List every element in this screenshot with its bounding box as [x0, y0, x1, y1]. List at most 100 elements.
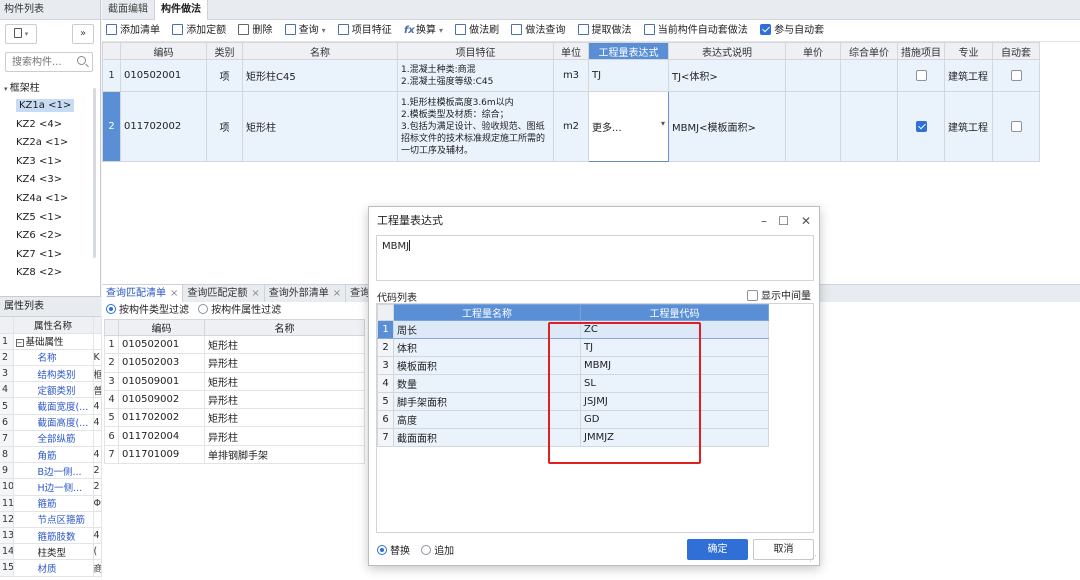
query-col-code[interactable]: 编码 [118, 319, 205, 336]
attribute-row[interactable]: 7 全部纵筋 [0, 430, 102, 448]
join-auto-checkbox[interactable]: 参与自动套 [759, 20, 824, 42]
attribute-row[interactable]: 10 H边一侧... 2 [0, 478, 102, 496]
tab-component-method[interactable]: 构件做法 [154, 0, 208, 20]
auto-checkbox[interactable] [1010, 69, 1022, 81]
radio-icon[interactable] [421, 545, 432, 555]
collapse-panel-button[interactable]: » [72, 24, 94, 44]
attribute-row[interactable]: 6 截面高度(... 4 [0, 414, 102, 431]
tree-item[interactable]: KZ8 <2> [0, 264, 100, 283]
table-row[interactable]: 1 010502001 项 矩形柱C45 1.混凝土种类:商混 2.混凝土强度等… [102, 59, 1040, 92]
tree-root-frame-column[interactable]: ▾ 框架柱 [0, 80, 100, 97]
maximize-icon[interactable]: ☐ [778, 207, 789, 235]
attribute-row[interactable]: 13 箍筋肢数 4 [0, 527, 102, 545]
col-code[interactable]: 编码 [120, 42, 207, 60]
radio-selected-icon[interactable] [106, 304, 116, 314]
attribute-row[interactable]: 15材质商 [0, 559, 102, 577]
col-expr-desc[interactable]: 表达式说明 [668, 42, 786, 60]
attribute-row[interactable]: 5 截面宽度(... 4 [0, 397, 102, 415]
item-feature-button[interactable]: 项目特征 [337, 20, 392, 42]
tree-item[interactable]: KZ6 <2> [0, 227, 100, 246]
close-icon[interactable]: × [333, 288, 341, 299]
feature-cell[interactable]: 1.混凝土种类:商混 2.混凝土强度等级:C45 [397, 59, 554, 92]
table-row[interactable]: 6 011702004 异形柱 [104, 426, 365, 446]
tab-query-match-quota[interactable]: 查询匹配定额 × [183, 285, 265, 302]
attribute-row[interactable]: 11 箍筋 Φ [0, 495, 102, 512]
attribute-row[interactable]: 14 柱类型( [0, 543, 102, 561]
col-type[interactable]: 类别 [206, 42, 243, 60]
query-dropdown[interactable]: 查询 [284, 20, 326, 42]
tab-query-external-list[interactable]: 查询外部清单 × [265, 285, 347, 302]
append-radio[interactable]: 追加 [421, 545, 454, 557]
tree-item[interactable]: KZ4a <1> [0, 190, 100, 209]
ok-button[interactable]: 确定 [687, 539, 748, 560]
method-brush-button[interactable]: 做法刷 [455, 20, 499, 42]
table-row[interactable]: 2 011702002 项 矩形柱 1.矩形柱模板高度3.6m以内 2.模板类型… [102, 91, 1040, 162]
table-row[interactable]: 4 010509002 异形柱 [104, 389, 365, 410]
add-quota-button[interactable]: 添加定额 [172, 20, 226, 42]
table-row[interactable]: 2 010502003 异形柱 [104, 353, 365, 373]
radio-selected-icon[interactable] [377, 545, 387, 555]
col-auto[interactable]: 自动套 [992, 42, 1040, 60]
col-name[interactable]: 名称 [242, 42, 398, 60]
radio-icon[interactable] [198, 304, 209, 314]
tree-item[interactable]: KZ3 <1> [0, 153, 100, 172]
tree-item[interactable]: KZ5 <1> [0, 209, 100, 228]
component-search-input[interactable] [6, 53, 72, 71]
expression-dropdown[interactable]: 更多... ▾ [588, 91, 669, 162]
attribute-row[interactable]: 12 节点区箍筋 [0, 511, 102, 528]
col-feature[interactable]: 项目特征 [397, 42, 554, 60]
delete-button[interactable]: 删除 [238, 20, 272, 42]
attribute-row[interactable]: 2 名称 K [0, 349, 102, 367]
minimize-icon[interactable]: – [761, 207, 767, 235]
tab-section-edit[interactable]: 截面编辑 [102, 0, 154, 20]
table-row[interactable]: 1 010502001 矩形柱 [104, 334, 365, 355]
auto-apply-current-button[interactable]: 当前构件自动套做法 [643, 20, 748, 42]
convert-dropdown[interactable]: fx换算 [404, 20, 443, 42]
col-major[interactable]: 专业 [944, 42, 993, 60]
show-intermediate-checkbox[interactable]: 显示中间量 [746, 287, 811, 302]
cancel-button[interactable]: 取消 [753, 539, 814, 560]
collapse-box-icon[interactable]: − [15, 339, 24, 348]
attribute-row[interactable]: 3结构类别框 [0, 365, 102, 383]
code-col-code[interactable]: 工程量代码 [580, 304, 769, 321]
checkbox-icon[interactable] [746, 290, 758, 301]
resize-grip-icon[interactable]: ⋰ [809, 554, 817, 563]
col-unit[interactable]: 单位 [553, 42, 589, 60]
chevron-down-icon[interactable]: ▾ [661, 119, 665, 128]
attribute-row[interactable]: 8 角筋 4 [0, 446, 102, 464]
auto-checkbox[interactable] [1010, 120, 1022, 132]
attribute-row[interactable]: 1− 基础属性 [0, 333, 102, 350]
filter-by-attr-radio[interactable]: 按构件属性过滤 [198, 304, 281, 316]
search-icon[interactable] [77, 56, 86, 65]
col-expression[interactable]: 工程量表达式 [588, 42, 669, 60]
close-icon[interactable]: × [170, 288, 178, 299]
col-price[interactable]: 单价 [785, 42, 841, 60]
table-row[interactable]: 5 011702002 矩形柱 [104, 408, 365, 428]
tree-item[interactable]: KZ1a <1> [0, 97, 100, 116]
filter-by-type-radio[interactable]: 按构件类型过滤 [106, 304, 189, 316]
extract-method-button[interactable]: 提取做法 [577, 20, 632, 42]
close-icon[interactable]: ✕ [801, 207, 811, 235]
measure-checkbox[interactable] [915, 69, 927, 81]
table-row[interactable]: 3 010509001 矩形柱 [104, 371, 365, 391]
checkbox-checked-icon[interactable] [759, 24, 771, 35]
tree-item[interactable]: KZ2 <4> [0, 116, 100, 135]
col-total-price[interactable]: 综合单价 [840, 42, 898, 60]
expression-input[interactable]: MBMJ [376, 235, 814, 281]
feature-cell[interactable]: 1.矩形柱模板高度3.6m以内 2.模板类型及材质：综合； 3.包括为满足设计、… [397, 91, 554, 162]
replace-radio[interactable]: 替换 [377, 545, 410, 557]
tree-item[interactable]: KZ7 <1> [0, 246, 100, 265]
query-col-name[interactable]: 名称 [204, 319, 365, 336]
tab-query-match-list[interactable]: 查询匹配清单 × [102, 285, 184, 302]
col-measure[interactable]: 措施项目 [897, 42, 945, 60]
code-col-name[interactable]: 工程量名称 [393, 304, 581, 321]
attribute-row[interactable]: 9 B边一侧... 2 [0, 462, 102, 480]
attribute-row[interactable]: 4定额类别普 [0, 381, 102, 399]
add-list-button[interactable]: 添加清单 [106, 20, 160, 42]
close-icon[interactable]: × [251, 288, 259, 299]
component-search[interactable] [5, 52, 93, 72]
tree-item[interactable]: KZ4 <3> [0, 171, 100, 190]
component-tree-scrollbar[interactable] [93, 88, 96, 258]
tree-item[interactable]: KZ2a <1> [0, 134, 100, 153]
new-component-button[interactable]: ▾ [5, 24, 37, 44]
